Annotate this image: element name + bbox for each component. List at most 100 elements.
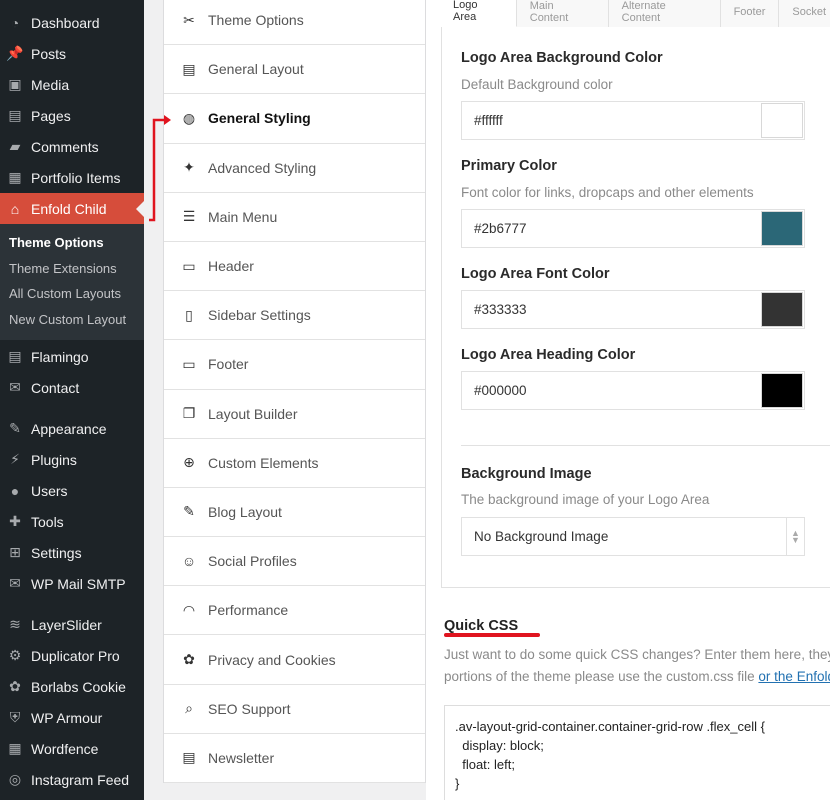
heading-color-swatch[interactable] [761,373,803,408]
media-icon: ▣ [8,76,22,92]
primary-color-field[interactable]: #2b6777 [461,209,805,248]
wp-menu-settings[interactable]: ⊞ Settings [0,537,144,568]
options-item-layout-builder[interactable]: ❐ Layout Builder [164,390,425,439]
bg-color-value[interactable]: #ffffff [462,113,761,128]
search-icon: ⌕ [185,700,193,717]
blog-icon: ✎ [183,503,195,520]
options-item-label: Advanced Styling [208,159,317,176]
pages-icon: ▤ [8,107,22,123]
submenu-new-custom-layout[interactable]: New Custom Layout [0,307,144,333]
tab-footer[interactable]: Footer [720,0,780,27]
wp-menu-portfolio-items[interactable]: ▦ Portfolio Items [0,162,144,193]
admin-sidebar: ◔ Dashboard 📌 Posts ▣ Media ▤ Pages ▰ Comments ▦ Po… [0,0,144,800]
options-item-seo-support[interactable]: ⌕ SEO Support [164,685,425,734]
quick-css-editor[interactable]: .av-layout-grid-container.container-grid… [444,705,830,800]
enfold-submenu: Theme Options Theme Extensions All Custo… [0,224,144,340]
options-item-newsletter[interactable]: ▤ Newsletter [164,734,425,783]
font-color-swatch[interactable] [761,292,803,327]
wp-menu-appearance[interactable]: ✎ Appearance [0,413,144,444]
wp-menu-users[interactable]: ● Users [0,475,144,506]
options-item-performance[interactable]: ◠ Performance [164,586,425,636]
bg-color-swatch[interactable] [761,103,803,138]
wp-menu-label: Flamingo [31,348,89,365]
heading-color-title: Logo Area Heading Color [461,347,636,363]
primary-color-desc: Font color for links, dropcaps and other… [461,185,754,200]
wp-menu-layerslider[interactable]: ≋ LayerSlider [0,609,144,640]
wp-menu-label: Media [31,76,70,93]
tab-main-content[interactable]: Main Content [516,0,609,27]
wp-menu-label: Tools [31,513,64,530]
wp-menu-posts[interactable]: 📌 Posts [0,38,144,69]
wp-menu-wordfence[interactable]: ▦ Wordfence [0,733,144,764]
submenu-theme-options[interactable]: Theme Options [0,230,144,256]
wp-menu-label: Enfold Child [31,200,107,217]
font-color-field[interactable]: #333333 [461,290,805,329]
options-item-social-profiles[interactable]: ☺ Social Profiles [164,537,425,587]
options-item-sidebar-settings[interactable]: ▯ Sidebar Settings [164,291,425,341]
wp-menu-label: Users [31,482,68,499]
wp-menu-plugins[interactable]: ⚡ Plugins [0,444,144,475]
quick-css-desc: Just want to do some quick CSS changes? … [444,644,830,688]
wp-menu-label: Dashboard [31,14,100,31]
options-item-advanced-styling[interactable]: ✦ Advanced Styling [164,144,425,193]
options-item-privacy-and-cookies[interactable]: ✿ Privacy and Cookies [164,635,425,685]
wp-menu-instagram-feed[interactable]: ◎ Instagram Feed [0,764,144,795]
footer-icon: ▭ [182,355,196,372]
wp-menu-enfold-child[interactable]: ⌂ Enfold Child [0,193,144,224]
wp-menu-pages[interactable]: ▤ Pages [0,100,144,131]
font-color-value[interactable]: #333333 [462,302,761,317]
quick-css-desc-line2: portions of the theme please use the cus… [444,666,830,688]
tab-alternate-content[interactable]: Alternate Content [608,0,721,27]
submenu-theme-extensions[interactable]: Theme Extensions [0,256,144,282]
custom-elements-icon: ⊕ [183,454,195,471]
heading-color-field[interactable]: #000000 [461,371,805,410]
heading-color-value[interactable]: #000000 [462,383,761,398]
options-item-main-menu[interactable]: ☰ Main Menu [164,193,425,242]
options-item-general-layout[interactable]: ▤ General Layout [164,45,425,95]
sidebar-icon: ▯ [185,306,193,323]
options-item-footer[interactable]: ▭ Footer [164,340,425,390]
magic-wand-icon: ✦ [183,159,195,176]
section-divider [461,445,830,446]
wp-menu-wp-mail-smtp[interactable]: ✉ WP Mail SMTP [0,568,144,599]
wp-menu-borlabs-cookie[interactable]: ✿ Borlabs Cookie [0,671,144,702]
wp-menu-media[interactable]: ▣ Media [0,69,144,100]
tab-socket[interactable]: Socket [779,0,830,27]
wp-menu-flamingo[interactable]: ▤ Flamingo [0,341,144,372]
tab-logo-area[interactable]: Logo Area [440,0,517,27]
quick-css-desc-line1: Just want to do some quick CSS changes? … [444,647,830,662]
wp-menu-label: WP Mail SMTP [31,575,126,592]
wp-menu-dashboard[interactable]: ◔ Dashboard [0,7,144,38]
bg-image-select[interactable]: No Background Image ▲ ▼ [461,517,805,556]
options-item-label: Social Profiles [208,553,297,570]
wp-menu-label: Comments [31,138,99,155]
wp-menu-label: LayerSlider [31,616,102,633]
enfold-docs-link[interactable]: or the Enfold [758,669,830,684]
wp-menu-comments[interactable]: ▰ Comments [0,131,144,162]
quick-css-desc-text: portions of the theme please use the cus… [444,669,759,684]
wp-menu-wp-armour[interactable]: ⛨ WP Armour [0,702,144,733]
options-item-header[interactable]: ▭ Header [164,242,425,292]
wp-menu-label: Instagram Feed [31,771,130,788]
wp-menu-label: Borlabs Cookie [31,678,126,695]
wp-menu-contact[interactable]: ✉ Contact [0,372,144,403]
wp-menu-label: Settings [31,544,82,561]
primary-color-value[interactable]: #2b6777 [462,221,761,236]
flamingo-icon: ▤ [8,348,22,364]
wp-menu-duplicator-pro[interactable]: ⚙ Duplicator Pro [0,640,144,671]
options-item-label: Header [208,258,254,275]
primary-color-swatch[interactable] [761,211,803,246]
social-icon: ☺ [181,553,197,570]
options-item-label: Theme Options [208,12,304,29]
settings-icon: ⊞ [9,544,21,560]
options-item-custom-elements[interactable]: ⊕ Custom Elements [164,439,425,488]
options-item-label: Footer [208,356,249,373]
options-item-theme-options[interactable]: ✂ Theme Options [164,0,425,46]
wp-menu-tools[interactable]: ✚ Tools [0,506,144,537]
submenu-all-custom-layouts[interactable]: All Custom Layouts [0,281,144,307]
options-item-blog-layout[interactable]: ✎ Blog Layout [164,488,425,538]
bg-color-field[interactable]: #ffffff [461,101,805,140]
wp-menu-label: Portfolio Items [31,169,121,186]
annotation-bracket [149,115,171,222]
options-item-general-styling[interactable]: ◍ General Styling [164,94,425,144]
